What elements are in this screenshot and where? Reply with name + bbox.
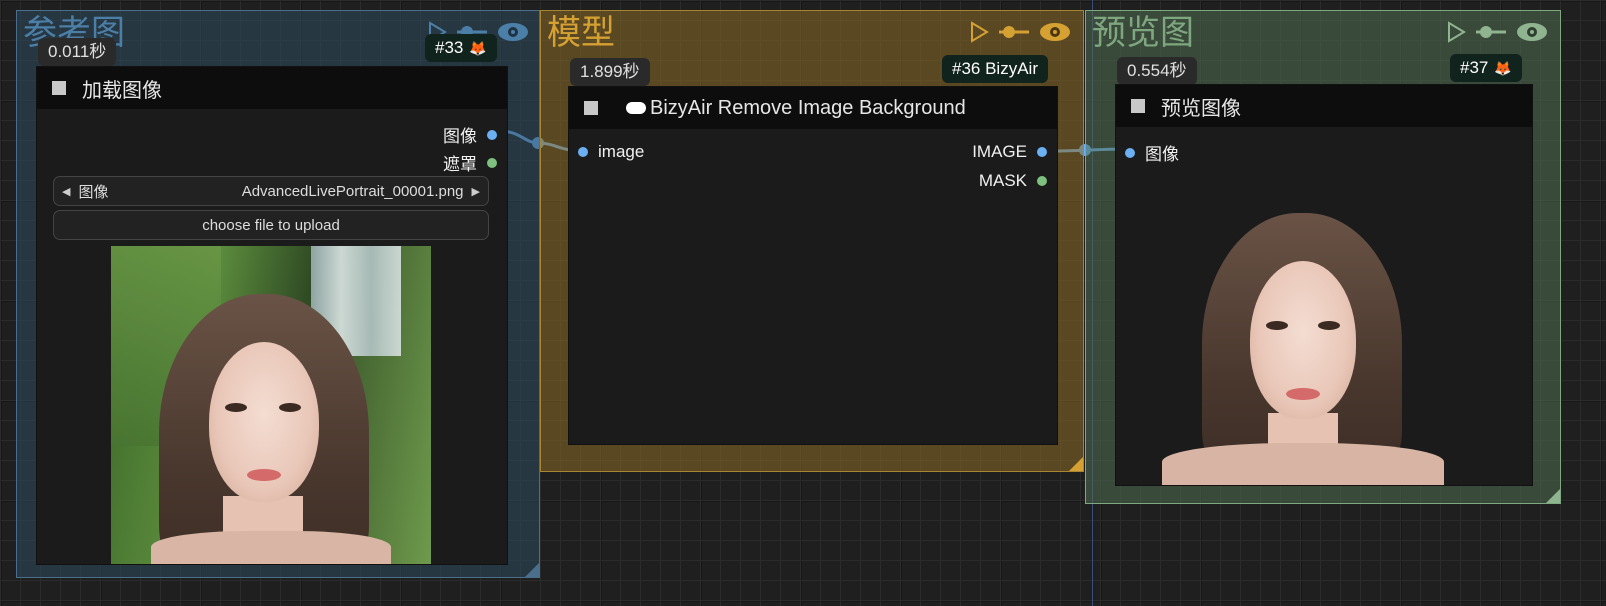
slot-dot[interactable]: [487, 157, 497, 168]
slot-dot[interactable]: [578, 147, 588, 157]
group-controls: [969, 21, 1071, 43]
group-resize-handle[interactable]: [1546, 489, 1560, 503]
node-title: BizyAir Remove Image Background: [650, 96, 966, 119]
bypass-icon[interactable]: [1476, 25, 1506, 39]
slot-dot[interactable]: [487, 129, 497, 140]
node-header[interactable]: BizyAir Remove Image Background: [569, 87, 1057, 129]
execution-time: 1.899秒: [570, 58, 650, 86]
eye-icon[interactable]: [1516, 21, 1548, 43]
execution-time: 0.554秒: [1117, 57, 1197, 85]
group-title[interactable]: 预览图: [1092, 13, 1194, 53]
output-slot-image[interactable]: 图像: [443, 122, 497, 147]
arrow-right-icon[interactable]: ▶: [472, 185, 480, 198]
slot-label: 图像: [443, 127, 477, 146]
slot-label: image: [598, 142, 645, 161]
collapse-toggle[interactable]: [52, 81, 66, 95]
slot-label: IMAGE: [972, 142, 1027, 161]
combo-label: 图像: [78, 183, 109, 201]
output-slot-image[interactable]: IMAGE: [972, 142, 1047, 162]
input-slot-image[interactable]: image: [578, 142, 644, 162]
node-title: 加载图像: [82, 79, 162, 102]
slot-dot[interactable]: [1037, 147, 1047, 157]
node-load-image[interactable]: 加载图像 图像 遮罩 ◀ 图像 AdvancedLivePortrait_000…: [37, 67, 507, 564]
fox-icon: 🦊: [469, 40, 487, 56]
eye-icon[interactable]: [1039, 21, 1071, 43]
combo-value: AdvancedLivePortrait_00001.png: [241, 182, 464, 200]
slot-label: 图像: [1145, 145, 1179, 164]
group-controls: [1446, 21, 1548, 43]
output-slot-mask[interactable]: MASK: [979, 171, 1047, 191]
node-header[interactable]: 预览图像: [1116, 85, 1532, 127]
upload-button[interactable]: choose file to upload: [53, 210, 489, 240]
play-icon[interactable]: [1446, 21, 1466, 43]
output-slot-mask[interactable]: 遮罩: [443, 150, 497, 175]
node-remove-background[interactable]: BizyAir Remove Image Background image IM…: [569, 87, 1057, 444]
node-id-badge: #37 🦊: [1450, 54, 1522, 82]
collapse-toggle[interactable]: [1131, 99, 1145, 113]
loaded-image-preview: [111, 246, 431, 564]
fox-icon: 🦊: [1494, 60, 1512, 76]
slot-label: MASK: [978, 171, 1027, 190]
execution-time: 0.011秒: [38, 38, 117, 66]
slot-dot[interactable]: [1125, 147, 1135, 158]
badge-label: #33: [435, 38, 464, 57]
slot-label: 遮罩: [443, 155, 477, 174]
badge-label: #37: [1460, 58, 1489, 77]
image-file-select[interactable]: ◀ 图像 AdvancedLivePortrait_00001.png ▶: [53, 176, 489, 206]
bypass-icon[interactable]: [999, 25, 1029, 39]
group-resize-handle[interactable]: [1069, 457, 1083, 471]
cloud-icon: [626, 102, 646, 114]
output-image-preview: [1162, 213, 1444, 485]
node-preview-image[interactable]: 预览图像 图像: [1116, 85, 1532, 485]
input-slot-image[interactable]: 图像: [1125, 140, 1179, 165]
arrow-left-icon[interactable]: ◀: [62, 185, 70, 198]
eye-icon[interactable]: [497, 21, 529, 43]
collapse-toggle[interactable]: [584, 101, 598, 115]
play-icon[interactable]: [969, 21, 989, 43]
node-title: 预览图像: [1161, 97, 1241, 120]
slot-dot[interactable]: [1037, 176, 1047, 186]
node-id-badge: #33 🦊: [425, 34, 497, 62]
group-title[interactable]: 模型: [547, 13, 615, 53]
node-header[interactable]: 加载图像: [37, 67, 507, 109]
node-id-badge: #36 BizyAir: [942, 55, 1048, 83]
group-resize-handle[interactable]: [525, 563, 539, 577]
